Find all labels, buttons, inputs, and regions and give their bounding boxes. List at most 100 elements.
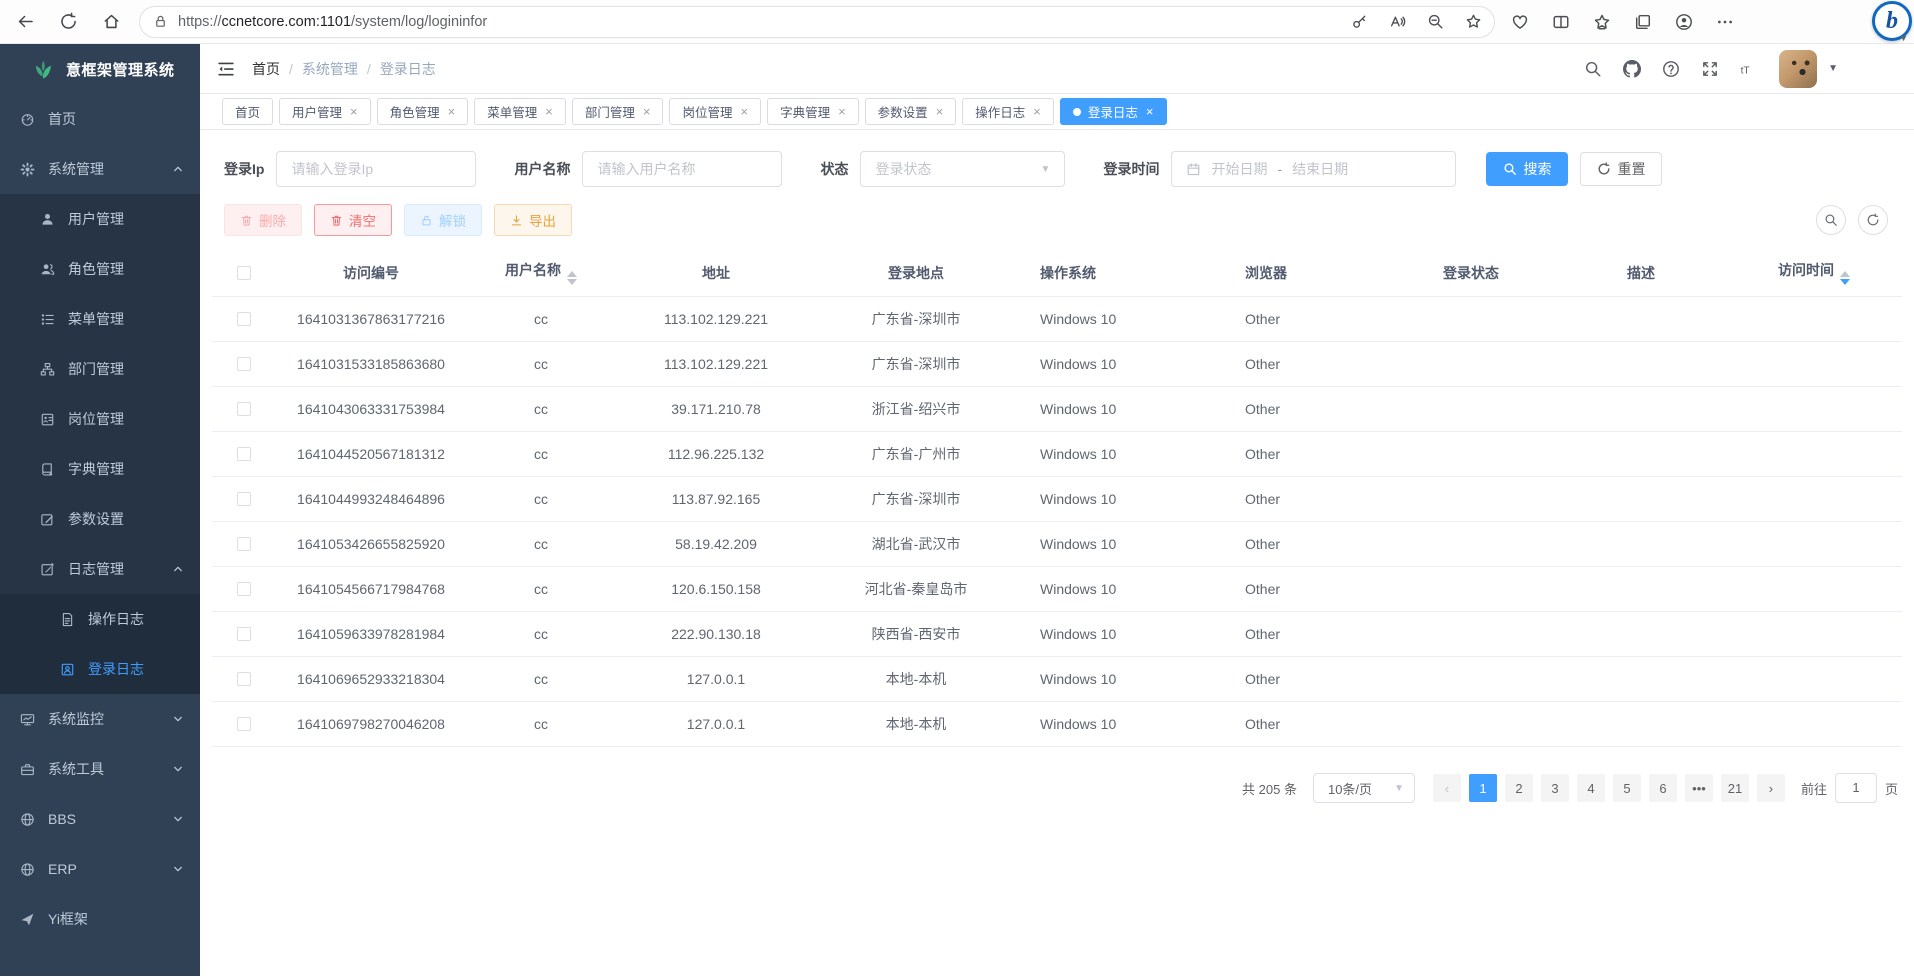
- delete-button[interactable]: 删除: [224, 204, 302, 236]
- refresh-table-button[interactable]: [1858, 205, 1888, 235]
- row-checkbox[interactable]: [237, 537, 251, 551]
- row-checkbox[interactable]: [237, 447, 251, 461]
- next-page-button[interactable]: ›: [1757, 774, 1785, 802]
- login-ip-input[interactable]: [291, 161, 461, 177]
- tab-close-icon[interactable]: ×: [545, 105, 553, 118]
- row-checkbox[interactable]: [237, 672, 251, 686]
- page-button-2[interactable]: 2: [1505, 774, 1533, 802]
- collections-icon[interactable]: [1634, 13, 1652, 31]
- sidebar-item-BBS[interactable]: BBS: [0, 794, 200, 844]
- page-size-select[interactable]: 10条/页 ▼: [1313, 773, 1415, 803]
- unlock-button[interactable]: 解锁: [404, 204, 482, 236]
- tab-用户管理[interactable]: 用户管理×: [279, 98, 371, 125]
- user-avatar[interactable]: [1779, 50, 1817, 88]
- lock-icon[interactable]: [153, 14, 168, 29]
- sidebar-item-用户管理[interactable]: 用户管理: [0, 194, 200, 244]
- tab-部门管理[interactable]: 部门管理×: [572, 98, 664, 125]
- row-checkbox[interactable]: [237, 627, 251, 641]
- sidebar-item-参数设置[interactable]: 参数设置: [0, 494, 200, 544]
- tab-操作日志[interactable]: 操作日志×: [962, 98, 1054, 125]
- tab-close-icon[interactable]: ×: [643, 105, 651, 118]
- sidebar-item-系统管理[interactable]: 系统管理: [0, 144, 200, 194]
- row-checkbox[interactable]: [237, 357, 251, 371]
- sidebar-item-系统监控[interactable]: 系统监控: [0, 694, 200, 744]
- add-favorite-icon[interactable]: [1465, 13, 1482, 30]
- page-button-6[interactable]: 6: [1649, 774, 1677, 802]
- font-size-icon[interactable]: [1740, 60, 1758, 78]
- row-checkbox[interactable]: [237, 312, 251, 326]
- page-button-3[interactable]: 3: [1541, 774, 1569, 802]
- browser-essentials-icon[interactable]: [1511, 13, 1529, 31]
- date-range-picker[interactable]: 开始日期 - 结束日期: [1171, 151, 1456, 187]
- row-checkbox[interactable]: [237, 582, 251, 596]
- avatar-caret-icon[interactable]: ▼: [1828, 63, 1838, 74]
- page-button-1[interactable]: 1: [1469, 774, 1497, 802]
- status-select[interactable]: 登录状态 ▼: [860, 151, 1065, 187]
- row-checkbox[interactable]: [237, 402, 251, 416]
- breadcrumb-item[interactable]: 首页: [252, 59, 280, 79]
- tab-close-icon[interactable]: ×: [936, 105, 944, 118]
- tab-参数设置[interactable]: 参数设置×: [865, 98, 957, 125]
- clear-button[interactable]: 清空: [314, 204, 392, 236]
- breadcrumb-item[interactable]: 登录日志: [380, 59, 436, 79]
- search-icon[interactable]: [1584, 60, 1602, 78]
- tab-字典管理[interactable]: 字典管理×: [767, 98, 859, 125]
- tab-close-icon[interactable]: ×: [838, 105, 846, 118]
- username-field[interactable]: [582, 151, 782, 187]
- tab-close-icon[interactable]: ×: [1033, 105, 1041, 118]
- reload-icon[interactable]: [59, 12, 78, 31]
- sort-caret-icon[interactable]: [1840, 271, 1850, 285]
- tab-首页[interactable]: 首页: [222, 98, 273, 125]
- address-bar[interactable]: https://ccnetcore.com:1101/system/log/lo…: [139, 6, 1495, 38]
- sidebar-item-菜单管理[interactable]: 菜单管理: [0, 294, 200, 344]
- password-key-icon[interactable]: [1351, 13, 1368, 30]
- bing-caret-icon[interactable]: ▼: [1899, 33, 1908, 43]
- page-button-5[interactable]: 5: [1613, 774, 1641, 802]
- sort-caret-icon[interactable]: [567, 271, 577, 285]
- favorites-icon[interactable]: [1593, 13, 1611, 31]
- username-input[interactable]: [597, 161, 767, 177]
- page-button-21[interactable]: 21: [1721, 774, 1749, 802]
- tab-岗位管理[interactable]: 岗位管理×: [669, 98, 761, 125]
- column-header-访问时间[interactable]: 访问时间: [1726, 249, 1902, 297]
- tab-close-icon[interactable]: ×: [1146, 105, 1154, 118]
- row-checkbox[interactable]: [237, 717, 251, 731]
- read-aloud-icon[interactable]: [1389, 13, 1406, 30]
- sidebar-item-ERP[interactable]: ERP: [0, 844, 200, 894]
- prev-page-button[interactable]: ‹: [1433, 774, 1461, 802]
- app-logo[interactable]: 意框架管理系统: [0, 44, 200, 94]
- sidebar-item-首页[interactable]: 首页: [0, 94, 200, 144]
- profile-icon[interactable]: [1675, 13, 1693, 31]
- tab-登录日志[interactable]: 登录日志×: [1060, 98, 1167, 125]
- home-icon[interactable]: [102, 12, 121, 31]
- browser-menu-icon[interactable]: [1716, 13, 1734, 31]
- sidebar-item-岗位管理[interactable]: 岗位管理: [0, 394, 200, 444]
- sidebar-item-Yi框架[interactable]: Yi框架: [0, 894, 200, 944]
- sidebar-item-部门管理[interactable]: 部门管理: [0, 344, 200, 394]
- fullscreen-icon[interactable]: [1701, 60, 1719, 78]
- row-checkbox[interactable]: [237, 492, 251, 506]
- column-header-用户名称[interactable]: 用户名称: [466, 249, 616, 297]
- sidebar-item-字典管理[interactable]: 字典管理: [0, 444, 200, 494]
- tab-close-icon[interactable]: ×: [740, 105, 748, 118]
- back-icon[interactable]: [16, 12, 35, 31]
- goto-page-input[interactable]: 1: [1835, 773, 1877, 803]
- export-button[interactable]: 导出: [494, 204, 572, 236]
- reset-button[interactable]: 重置: [1580, 152, 1662, 186]
- start-date-placeholder[interactable]: 开始日期: [1211, 159, 1267, 179]
- search-button[interactable]: 搜索: [1486, 152, 1568, 186]
- tab-角色管理[interactable]: 角色管理×: [377, 98, 469, 125]
- end-date-placeholder[interactable]: 结束日期: [1292, 159, 1348, 179]
- sidebar-item-系统工具[interactable]: 系统工具: [0, 744, 200, 794]
- sidebar-item-角色管理[interactable]: 角色管理: [0, 244, 200, 294]
- github-icon[interactable]: [1623, 60, 1641, 78]
- sidebar-item-登录日志[interactable]: 登录日志: [0, 644, 200, 694]
- sidebar-item-操作日志[interactable]: 操作日志: [0, 594, 200, 644]
- login-ip-field[interactable]: [276, 151, 476, 187]
- toggle-search-button[interactable]: [1816, 205, 1846, 235]
- tab-close-icon[interactable]: ×: [350, 105, 358, 118]
- breadcrumb-item[interactable]: 系统管理: [302, 59, 358, 79]
- zoom-out-icon[interactable]: [1427, 13, 1444, 30]
- tab-close-icon[interactable]: ×: [448, 105, 456, 118]
- split-screen-icon[interactable]: [1552, 13, 1570, 31]
